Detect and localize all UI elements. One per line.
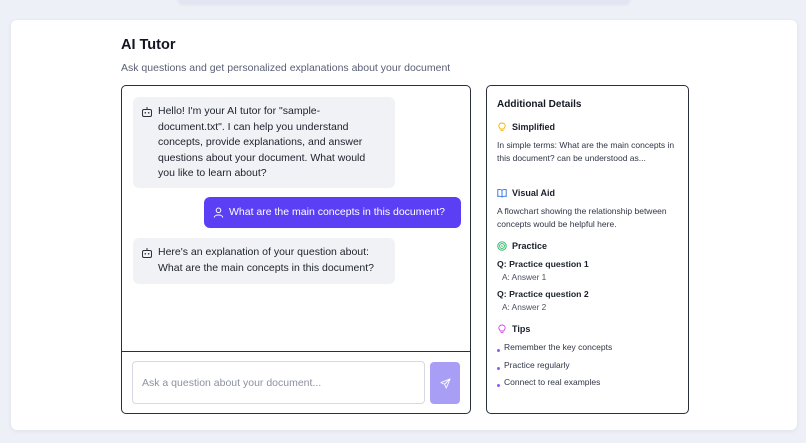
chat-message-assistant: Here's an explanation of your question a… [133, 238, 395, 284]
page-title: AI Tutor [121, 37, 176, 53]
send-button[interactable] [430, 362, 460, 404]
question-input[interactable] [132, 361, 425, 404]
details-title: Additional Details [497, 99, 582, 110]
chat-panel: Hello! I'm your AI tutor for "sample-doc… [121, 85, 471, 414]
top-bar-decoration [178, 0, 630, 4]
bot-icon [142, 107, 152, 117]
book-icon [497, 188, 507, 198]
tips-heading-label: Tips [512, 324, 531, 334]
lightbulb-icon [498, 122, 506, 131]
visual-aid-heading: Visual Aid [497, 188, 555, 198]
visual-aid-heading-label: Visual Aid [512, 188, 556, 198]
tip-item: Remember the key concepts [497, 342, 612, 352]
tip-item: Practice regularly [497, 360, 570, 370]
practice-question: Q: Practice question 1 [497, 259, 589, 269]
practice-answer: A: Answer 2 [502, 302, 547, 312]
chat-divider [122, 351, 470, 352]
chat-message-text: Here's an explanation of your question a… [158, 246, 374, 274]
simplified-heading-label: Simplified [512, 122, 556, 132]
simplified-heading: Simplified [497, 122, 555, 132]
simplified-text: In simple terms: What are the main conce… [497, 140, 675, 163]
lightbulb-icon [498, 324, 506, 333]
chat-message-user: What are the main concepts in this docum… [204, 197, 461, 228]
user-icon [213, 207, 224, 218]
practice-question: Q: Practice question 2 [497, 289, 589, 299]
additional-details-panel: Additional Details Simplified In simple … [486, 85, 689, 414]
practice-heading-label: Practice [512, 241, 548, 251]
page-subtitle: Ask questions and get personalized expla… [121, 62, 451, 74]
target-icon [497, 241, 507, 251]
practice-heading: Practice [497, 241, 547, 251]
visual-aid-text: A flowchart showing the relationship bet… [497, 206, 667, 229]
tip-item: Connect to real examples [497, 377, 600, 387]
bot-icon [142, 248, 152, 258]
send-icon [439, 377, 451, 389]
chat-message-text: What are the main concepts in this docum… [229, 206, 445, 218]
practice-answer: A: Answer 1 [502, 272, 547, 282]
chat-message-assistant: Hello! I'm your AI tutor for "sample-doc… [133, 97, 395, 188]
chat-message-text: Hello! I'm your AI tutor for "sample-doc… [158, 105, 366, 179]
tips-heading: Tips [497, 324, 530, 334]
